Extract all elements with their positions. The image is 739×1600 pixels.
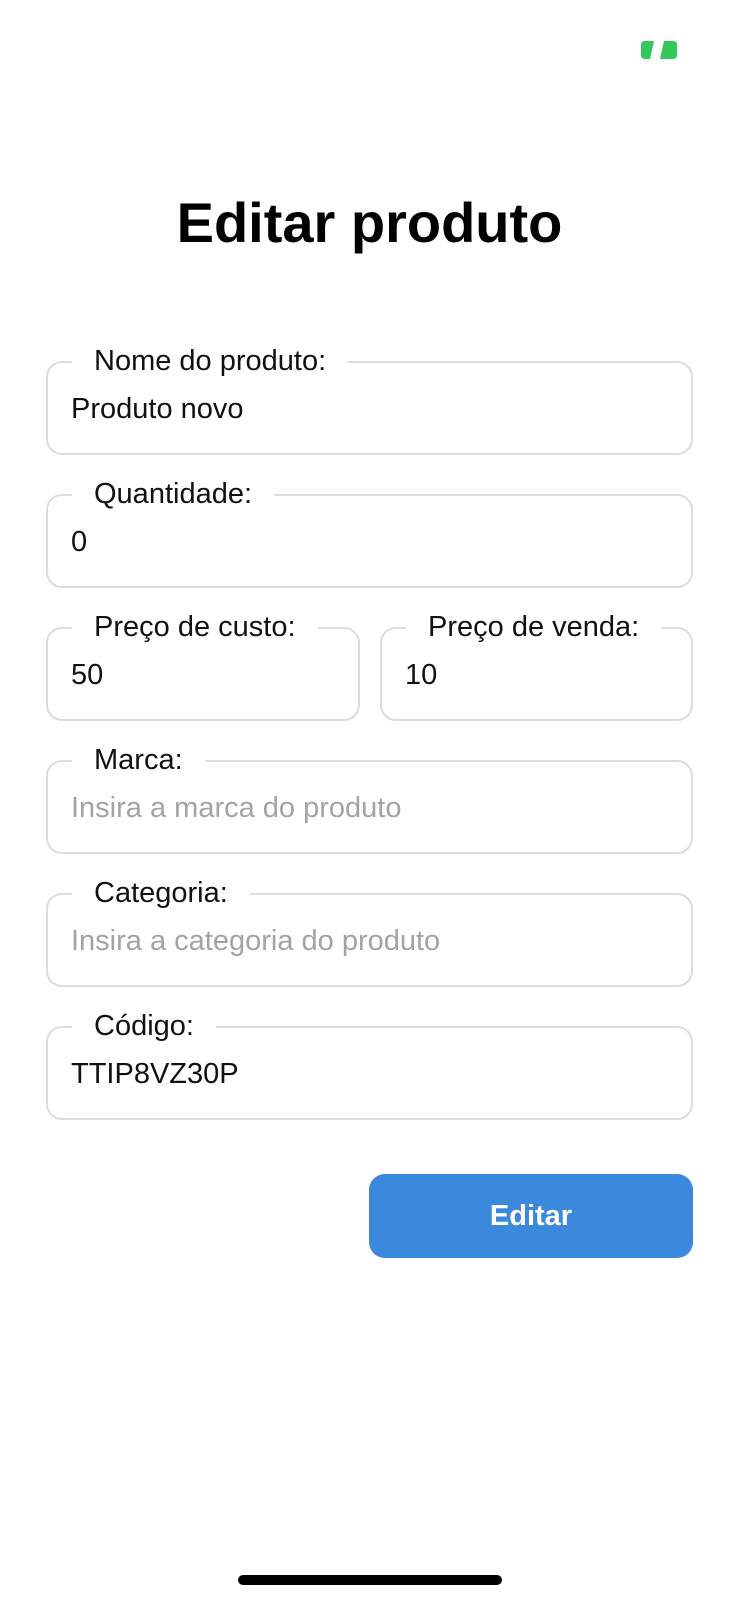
code-value[interactable]: TTIP8VZ30P bbox=[71, 1056, 671, 1092]
page-title: Editar produto bbox=[176, 191, 563, 254]
category-placeholder[interactable]: Insira a categoria do produto bbox=[71, 923, 671, 959]
edit-button[interactable]: Editar bbox=[369, 1174, 693, 1258]
cost-price-label: Preço de custo: bbox=[72, 609, 318, 645]
quantity-value[interactable]: 0 bbox=[71, 524, 671, 560]
product-name-field[interactable]: Nome do produto: Produto novo bbox=[46, 343, 693, 455]
sale-price-label: Preço de venda: bbox=[406, 609, 662, 645]
product-name-value[interactable]: Produto novo bbox=[71, 391, 671, 427]
code-field[interactable]: Código: TTIP8VZ30P bbox=[46, 1008, 693, 1120]
brand-label: Marca: bbox=[72, 742, 205, 778]
home-indicator[interactable] bbox=[238, 1575, 502, 1585]
category-label: Categoria: bbox=[72, 875, 250, 911]
quantity-field[interactable]: Quantidade: 0 bbox=[46, 476, 693, 588]
cost-price-value[interactable]: 50 bbox=[71, 657, 338, 693]
sale-price-field[interactable]: Preço de venda: 10 bbox=[380, 609, 693, 721]
brand-field[interactable]: Marca: Insira a marca do produto bbox=[46, 742, 693, 854]
quantity-label: Quantidade: bbox=[72, 476, 275, 512]
code-label: Código: bbox=[72, 1008, 216, 1044]
product-name-label: Nome do produto: bbox=[72, 343, 349, 379]
category-field[interactable]: Categoria: Insira a categoria do produto bbox=[46, 875, 693, 987]
camera-in-use-icon bbox=[641, 41, 677, 59]
sale-price-value[interactable]: 10 bbox=[405, 657, 671, 693]
cost-price-field[interactable]: Preço de custo: 50 bbox=[46, 609, 360, 721]
brand-placeholder[interactable]: Insira a marca do produto bbox=[71, 790, 671, 826]
edit-product-screen: Editar produto Nome do produto: Produto … bbox=[0, 0, 739, 1600]
